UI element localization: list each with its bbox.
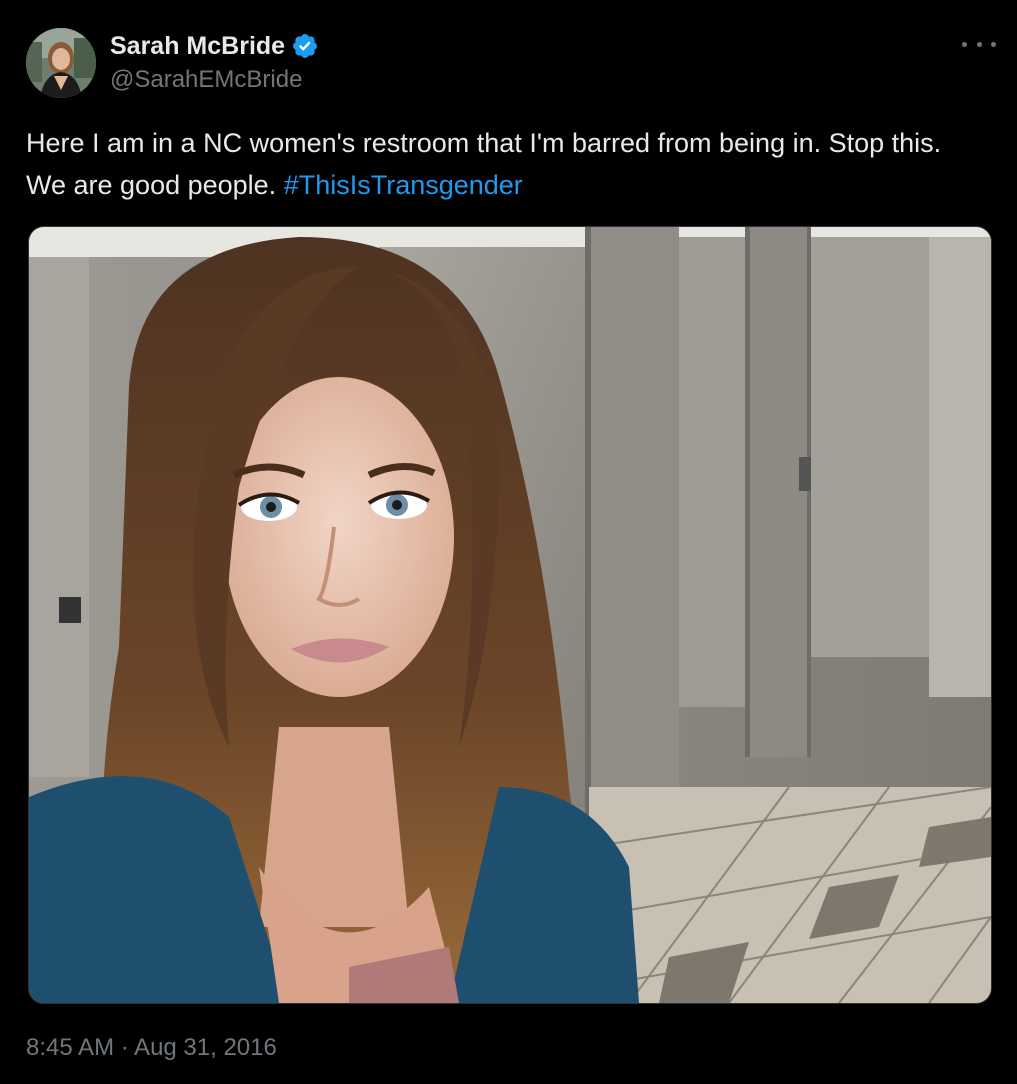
verified-badge-icon — [293, 34, 318, 58]
more-dot — [962, 41, 967, 47]
author-avatar[interactable] — [26, 28, 96, 98]
tweet-photo[interactable] — [28, 226, 992, 1004]
avatar-image — [26, 28, 96, 98]
more-dot — [976, 41, 982, 47]
tweet-text: Here I am in a NC women's restroom that … — [26, 122, 986, 206]
author-display-name[interactable]: Sarah McBride — [110, 32, 285, 61]
author-name-row: Sarah McBride — [110, 30, 319, 62]
more-dot — [991, 41, 996, 47]
hashtag-link[interactable]: #ThisIsTransgender — [284, 170, 523, 200]
tweet: Sarah McBride @SarahEMcBride Here I am i… — [0, 0, 1017, 1084]
tweet-timestamp[interactable]: 8:45 AM · Aug 31, 2016 — [26, 1034, 277, 1062]
more-options-icon[interactable] — [962, 32, 996, 56]
author-handle[interactable]: @SarahEMcBride — [110, 66, 302, 94]
selfie-photo — [29, 227, 991, 1003]
